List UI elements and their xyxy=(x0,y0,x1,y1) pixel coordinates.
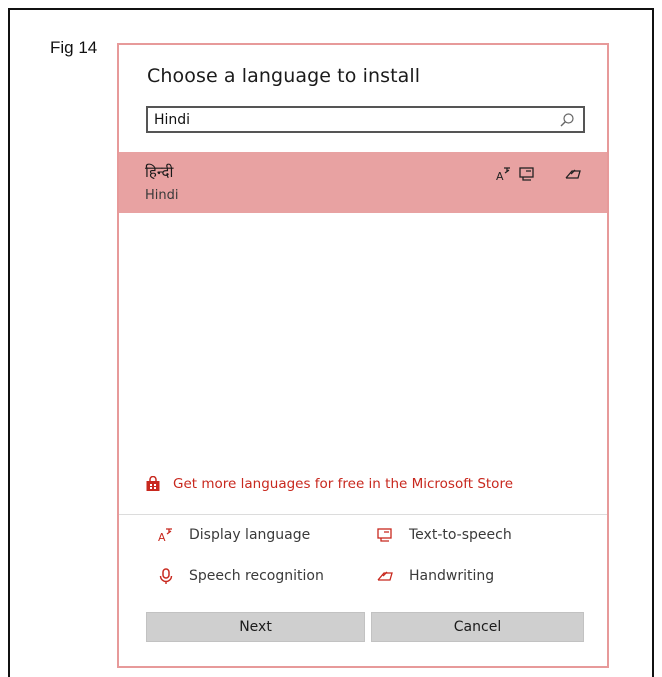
search-input[interactable] xyxy=(154,110,544,129)
search-icon[interactable] xyxy=(559,112,575,128)
legend-label: Speech recognition xyxy=(189,568,324,584)
language-native-name: हिन्दी xyxy=(145,163,174,181)
legend-text-to-speech: Text-to-speech xyxy=(375,526,512,544)
microsoft-store-link[interactable]: Get more languages for free in the Micro… xyxy=(145,476,513,492)
cancel-button[interactable]: Cancel xyxy=(371,612,584,642)
language-install-dialog: Choose a language to install हिन्दी Hind… xyxy=(117,43,609,668)
dialog-title: Choose a language to install xyxy=(147,65,421,87)
search-box[interactable] xyxy=(146,106,585,133)
next-button[interactable]: Next xyxy=(146,612,365,642)
legend-label: Handwriting xyxy=(409,568,495,584)
text-to-speech-icon xyxy=(377,528,392,542)
svg-text:A: A xyxy=(158,531,166,544)
handwriting-icon xyxy=(565,169,581,179)
store-bag-icon xyxy=(146,476,160,491)
legend-display-language: A Display language xyxy=(157,526,310,544)
display-language-icon: A xyxy=(158,528,172,544)
language-result-row[interactable]: हिन्दी Hindi A xyxy=(119,152,607,213)
legend-handwriting: Handwriting xyxy=(375,567,494,585)
handwriting-icon xyxy=(377,571,393,581)
store-link-label: Get more languages for free in the Micro… xyxy=(173,476,514,492)
language-english-name: Hindi xyxy=(145,188,179,203)
figure-label: Fig 14 xyxy=(50,38,98,57)
legend-label: Display language xyxy=(189,527,311,543)
svg-text:A: A xyxy=(496,170,504,183)
legend-speech-recognition: Speech recognition xyxy=(157,567,324,585)
divider xyxy=(119,514,607,515)
text-to-speech-icon xyxy=(519,167,534,181)
speech-recognition-icon xyxy=(159,568,173,584)
display-language-icon: A xyxy=(496,167,510,183)
legend-label: Text-to-speech xyxy=(409,527,512,543)
language-feature-icons: A xyxy=(495,165,583,183)
